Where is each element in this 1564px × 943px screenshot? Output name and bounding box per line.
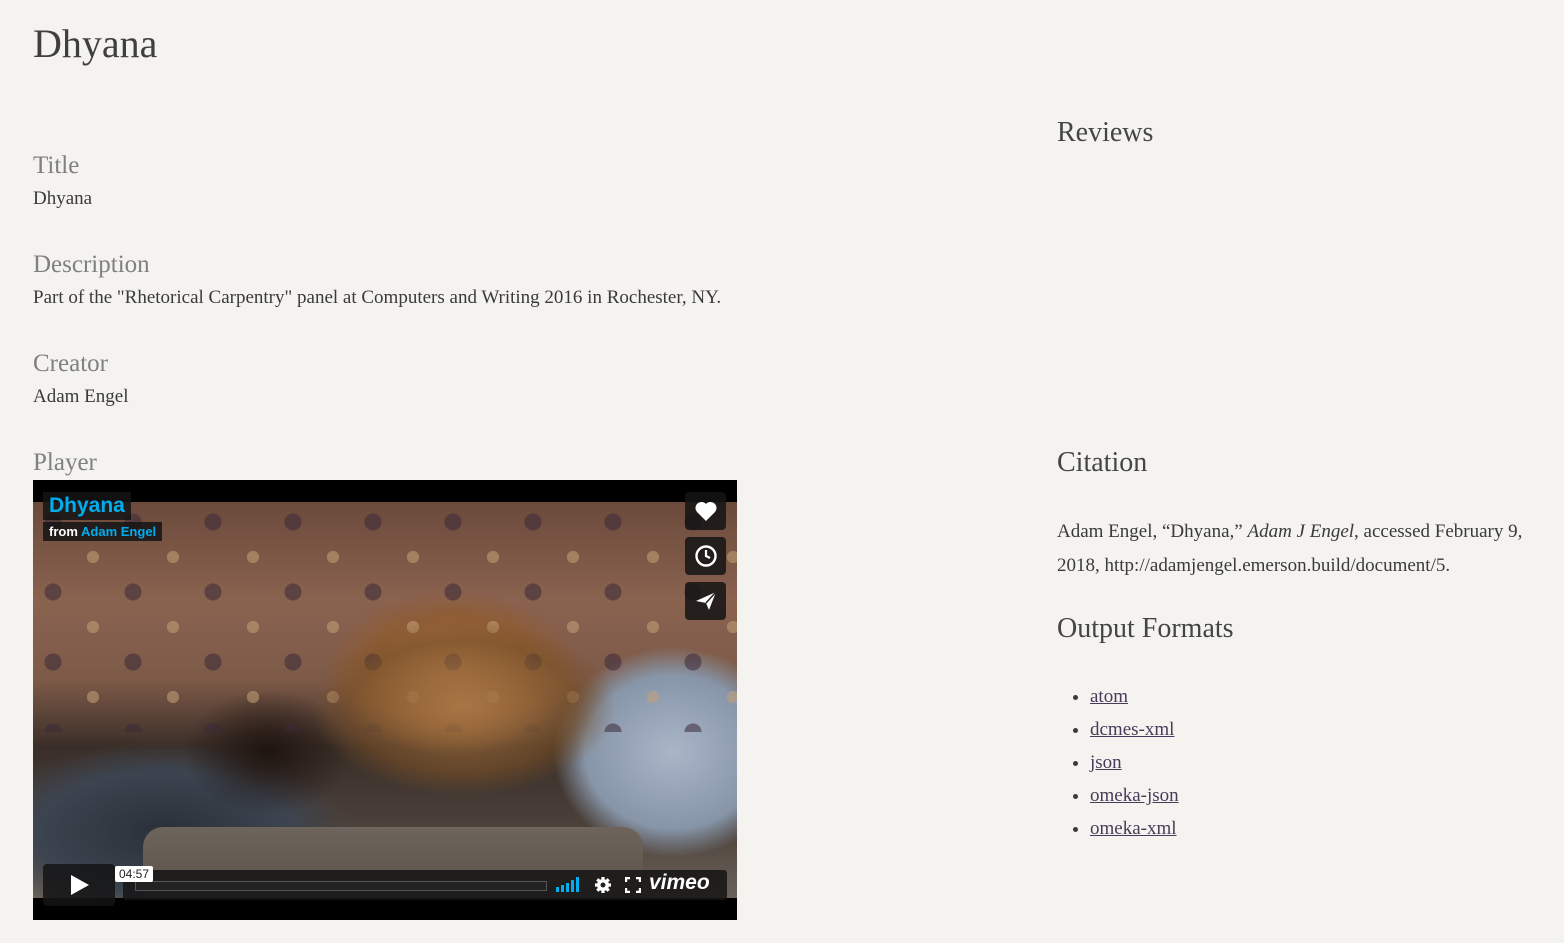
output-format-link-dcmes-xml[interactable]: dcmes-xml (1090, 719, 1174, 740)
play-button[interactable] (43, 864, 115, 906)
video-byline: from Adam Engel (43, 522, 163, 541)
share-button[interactable] (685, 582, 726, 620)
byline-prefix: from (49, 524, 78, 539)
citation-site-name: Adam J Engel (1247, 521, 1355, 542)
video-author-link[interactable]: Adam Engel (81, 524, 156, 539)
like-button[interactable] (685, 492, 726, 530)
description-value: Part of the "Rhetorical Carpentry" panel… (33, 287, 722, 308)
player-label: Player (33, 449, 97, 476)
list-item: dcmes-xml (1090, 713, 1179, 746)
video-controls: vimeo 04:57 (43, 864, 727, 906)
citation-heading: Citation (1057, 447, 1148, 478)
vimeo-logo[interactable]: vimeo (649, 871, 710, 895)
citation-before: Adam Engel, “Dhyana,” (1057, 521, 1248, 542)
creator-label: Creator (33, 350, 108, 377)
list-item: json (1090, 746, 1179, 779)
video-frame[interactable] (33, 502, 737, 898)
creator-value: Adam Engel (33, 386, 129, 407)
control-strip: vimeo (123, 870, 727, 900)
clock-icon (694, 545, 717, 567)
output-format-link-omeka-xml[interactable]: omeka-xml (1090, 818, 1177, 839)
gear-icon[interactable] (594, 876, 612, 894)
description-label: Description (33, 251, 150, 278)
play-icon (71, 875, 89, 895)
output-formats-list: atom dcmes-xml json omeka-json omeka-xml (1057, 680, 1179, 845)
send-icon (695, 591, 717, 610)
output-formats-heading: Output Formats (1057, 613, 1234, 644)
output-format-link-atom[interactable]: atom (1090, 686, 1128, 707)
heart-icon (694, 501, 717, 521)
title-label: Title (33, 152, 80, 179)
page-title: Dhyana (33, 21, 158, 66)
video-subject-dog (273, 592, 653, 822)
list-item: omeka-xml (1090, 812, 1179, 845)
reviews-heading: Reviews (1057, 117, 1154, 148)
output-format-link-json[interactable]: json (1090, 752, 1122, 773)
video-title-badge[interactable]: Dhyana (43, 492, 131, 520)
progress-bar[interactable] (135, 881, 547, 891)
list-item: omeka-json (1090, 779, 1179, 812)
citation-text: Adam Engel, “Dhyana,” Adam J Engel, acce… (1057, 515, 1547, 583)
output-format-link-omeka-json[interactable]: omeka-json (1090, 785, 1179, 806)
video-title[interactable]: Dhyana (49, 494, 125, 517)
duration-tooltip: 04:57 (115, 866, 154, 882)
title-value: Dhyana (33, 188, 93, 209)
watch-later-button[interactable] (685, 537, 726, 575)
video-player[interactable]: Dhyana from Adam Engel vimeo 04:57 (33, 480, 737, 920)
fullscreen-icon[interactable] (625, 877, 641, 893)
volume-icon[interactable] (556, 876, 582, 892)
list-item: atom (1090, 680, 1179, 713)
